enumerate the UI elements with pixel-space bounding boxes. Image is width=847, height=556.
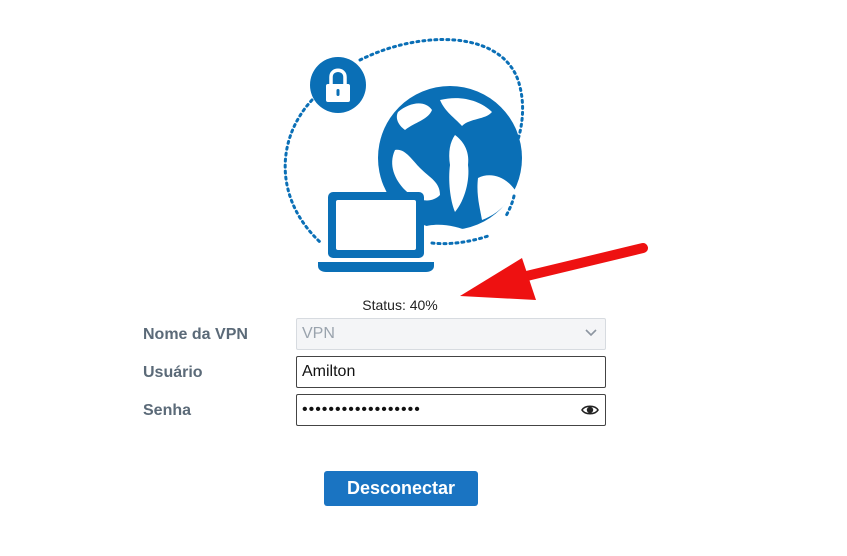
user-row: Usuário [143, 356, 613, 390]
chevron-down-icon [585, 329, 597, 337]
password-row: Senha [143, 394, 613, 428]
user-input[interactable] [296, 356, 606, 388]
password-input[interactable] [297, 395, 577, 425]
user-label: Usuário [143, 364, 203, 381]
vpn-connection-page: Status: 40% Nome da VPN VPN Usuário Senh… [0, 0, 847, 556]
status-text: Status: 40% [362, 297, 438, 313]
eye-icon[interactable] [581, 403, 599, 417]
password-label: Senha [143, 402, 192, 419]
vpn-name-label: Nome da VPN [143, 326, 248, 343]
vpn-name-select[interactable]: VPN [296, 318, 606, 350]
vpn-name-row: Nome da VPN VPN [143, 318, 613, 352]
vpn-name-selected-value: VPN [302, 325, 335, 342]
password-field-wrapper [296, 394, 606, 426]
disconnect-button[interactable]: Desconectar [324, 471, 478, 506]
red-arrow-annotation [460, 243, 648, 300]
